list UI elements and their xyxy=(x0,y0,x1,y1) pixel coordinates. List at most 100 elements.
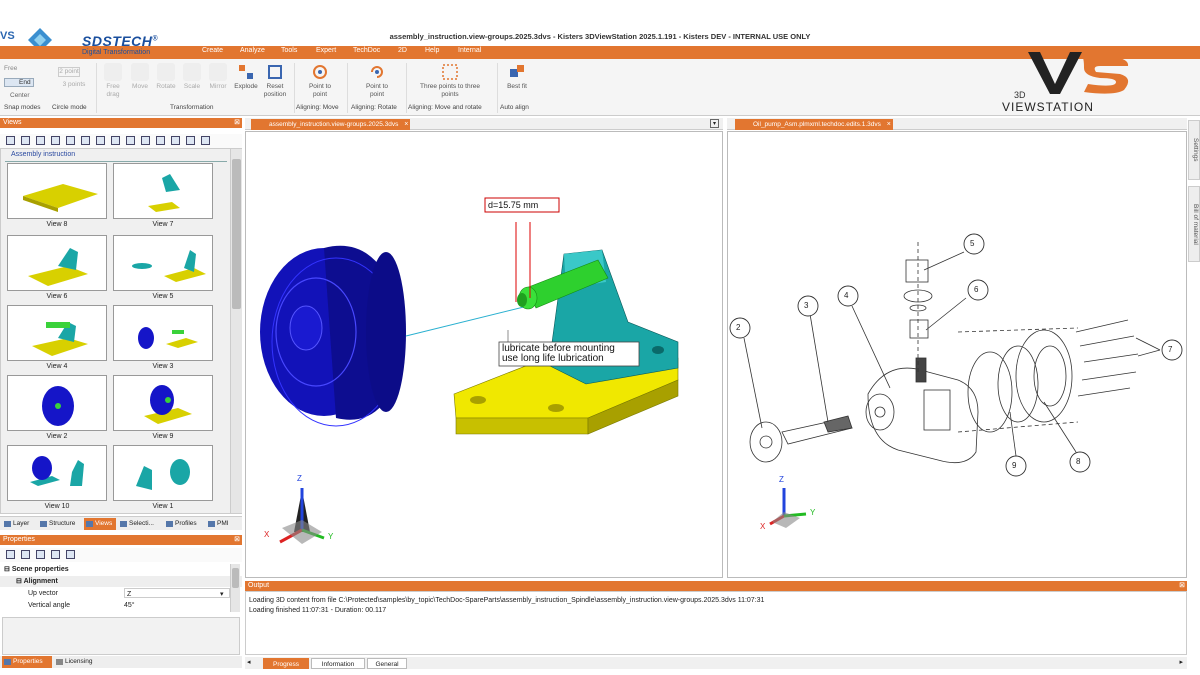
tab-profiles[interactable]: Profiles xyxy=(164,518,204,530)
view-thumbnail-1[interactable] xyxy=(113,445,213,501)
menu-create[interactable]: Create xyxy=(202,47,223,54)
pin-icon[interactable]: ⊠ xyxy=(1179,581,1185,591)
explode-button[interactable]: Explode xyxy=(232,63,260,91)
tab-properties[interactable]: Properties xyxy=(2,656,52,668)
filter-icon[interactable] xyxy=(186,136,195,145)
add-group-icon[interactable] xyxy=(36,136,45,145)
tab-structure[interactable]: Structure xyxy=(38,518,82,530)
view-preview-image xyxy=(42,386,74,426)
menu-internal[interactable]: Internal xyxy=(458,47,481,54)
view-thumbnail-2[interactable] xyxy=(7,375,107,431)
tab-general[interactable]: General xyxy=(367,658,407,669)
view-thumbnail-10[interactable] xyxy=(7,445,107,501)
tab-progress[interactable]: Progress xyxy=(263,658,309,669)
update-view-icon[interactable] xyxy=(66,136,75,145)
tab-pmi[interactable]: PMI xyxy=(206,518,234,530)
categorize-icon[interactable] xyxy=(36,550,45,559)
menu-tools[interactable]: Tools xyxy=(281,47,297,54)
expand-all-icon[interactable] xyxy=(6,550,15,559)
tab-layer[interactable]: Layer xyxy=(2,518,36,530)
home-icon[interactable] xyxy=(6,136,15,145)
properties-icon[interactable] xyxy=(66,550,75,559)
export-icon[interactable] xyxy=(111,136,120,145)
grid-icon[interactable] xyxy=(171,136,180,145)
up-vector-select[interactable]: Z xyxy=(124,588,230,598)
scroll-right-icon[interactable]: ▸ xyxy=(1179,658,1183,666)
menu-2d[interactable]: 2D xyxy=(398,47,407,54)
scrollbar-thumb[interactable] xyxy=(232,159,241,309)
menu-techdoc[interactable]: TechDoc xyxy=(353,47,380,54)
pin-icon[interactable]: ⊠ xyxy=(234,535,240,545)
point-to-point-move-icon xyxy=(311,63,329,81)
mirror-button[interactable]: Mirror xyxy=(206,63,230,91)
tab-information[interactable]: Information xyxy=(311,658,365,669)
menu-expert[interactable]: Expert xyxy=(316,47,336,54)
view-thumbnail-6[interactable] xyxy=(7,235,107,291)
collapse-icon[interactable]: ⊟ xyxy=(16,578,24,585)
axis-z-label: Z xyxy=(779,475,784,484)
play-icon[interactable] xyxy=(81,136,90,145)
stop-icon[interactable] xyxy=(96,136,105,145)
import-icon[interactable] xyxy=(126,136,135,145)
align-rotate-point-button[interactable]: Point to point xyxy=(359,63,395,99)
three-points-button[interactable]: Three points to three points xyxy=(420,63,480,99)
settings-side-tab[interactable]: Settings xyxy=(1188,120,1200,180)
view-preview-image xyxy=(136,459,190,490)
chevron-down-icon[interactable]: ▾ xyxy=(220,589,224,600)
delete-view-icon[interactable] xyxy=(51,136,60,145)
view-thumbnail-5[interactable] xyxy=(113,235,213,291)
sort-icon[interactable] xyxy=(201,136,210,145)
alignment-row[interactable]: ⊟ Alignment xyxy=(0,576,242,587)
view-thumbnail-7[interactable] xyxy=(113,163,213,219)
move-button[interactable]: Move xyxy=(128,63,152,91)
tab-views[interactable]: Views xyxy=(84,518,116,530)
snap-end-button[interactable]: End xyxy=(4,78,34,87)
views-scrollbar[interactable] xyxy=(230,149,242,513)
vertical-angle-value[interactable]: 45° xyxy=(124,600,135,611)
left-3d-viewport[interactable]: d=15.75 mm lubricate before mounting use… xyxy=(245,131,723,578)
properties-scrollbar[interactable] xyxy=(230,564,240,612)
free-drag-button[interactable]: Free drag xyxy=(100,63,126,99)
snap-free-button[interactable]: Free xyxy=(4,65,17,72)
view-thumbnail-4[interactable] xyxy=(7,305,107,361)
collapse-icon[interactable]: ⊟ xyxy=(4,566,12,573)
tab-licensing[interactable]: Licensing xyxy=(54,656,104,668)
circle-2point-button[interactable]: 2 point xyxy=(58,67,80,77)
view-thumbnail-3[interactable] xyxy=(113,305,213,361)
right-3d-viewport[interactable]: 2 3 4 5 6 7 8 9 Z X Y xyxy=(727,131,1187,578)
view-label: View 6 xyxy=(46,293,68,300)
rotate-button[interactable]: Rotate xyxy=(154,63,178,91)
panel-tabs: Layer Structure Views Selecti... Profile… xyxy=(0,516,242,530)
menu-analyze[interactable]: Analyze xyxy=(240,47,265,54)
snap-center-button[interactable]: Center xyxy=(10,92,30,99)
scale-button[interactable]: Scale xyxy=(180,63,204,91)
add-view-icon[interactable] xyxy=(21,136,30,145)
scrollbar-thumb[interactable] xyxy=(232,568,239,588)
align-move-point-button[interactable]: Point to point xyxy=(302,63,338,99)
reset-position-button[interactable]: Reset position xyxy=(260,63,290,99)
scroll-left-icon[interactable]: ◂ xyxy=(247,658,251,666)
properties-tab-icon xyxy=(4,659,11,665)
collapse-all-icon[interactable] xyxy=(21,550,30,559)
right-doc-tab[interactable]: Oil_pump_Asm.plmxml.techdoc.edits.1.3dvs… xyxy=(735,119,893,130)
sort-alpha-icon[interactable] xyxy=(51,550,60,559)
view-group-label[interactable]: Assembly instruction xyxy=(11,151,75,158)
view-thumbnail-9[interactable] xyxy=(113,375,213,431)
settings-icon[interactable] xyxy=(141,136,150,145)
tab-views-label: Views xyxy=(95,520,113,527)
title-bar: VS SDSTECH® Digital Transformation assem… xyxy=(0,0,1200,56)
best-fit-button[interactable]: Best fit xyxy=(503,63,531,91)
scene-properties-row[interactable]: ⊟ Scene properties xyxy=(0,564,242,575)
menu-help[interactable]: Help xyxy=(425,47,439,54)
left-doc-tab[interactable]: assembly_instruction.view-groups.2025.3d… xyxy=(251,119,411,130)
circle-3points-button[interactable]: 3 points xyxy=(56,81,92,89)
list-icon[interactable] xyxy=(156,136,165,145)
bill-of-material-side-tab[interactable]: Bill of material xyxy=(1188,186,1200,262)
tab-list-icon[interactable]: ▾ xyxy=(710,119,719,128)
view-label: View 10 xyxy=(44,503,70,510)
close-icon[interactable]: × xyxy=(887,119,891,130)
view-thumbnail-8[interactable] xyxy=(7,163,107,219)
close-icon[interactable]: × xyxy=(404,119,408,130)
pin-icon[interactable]: ⊠ xyxy=(234,118,240,128)
tab-selection[interactable]: Selecti... xyxy=(118,518,162,530)
